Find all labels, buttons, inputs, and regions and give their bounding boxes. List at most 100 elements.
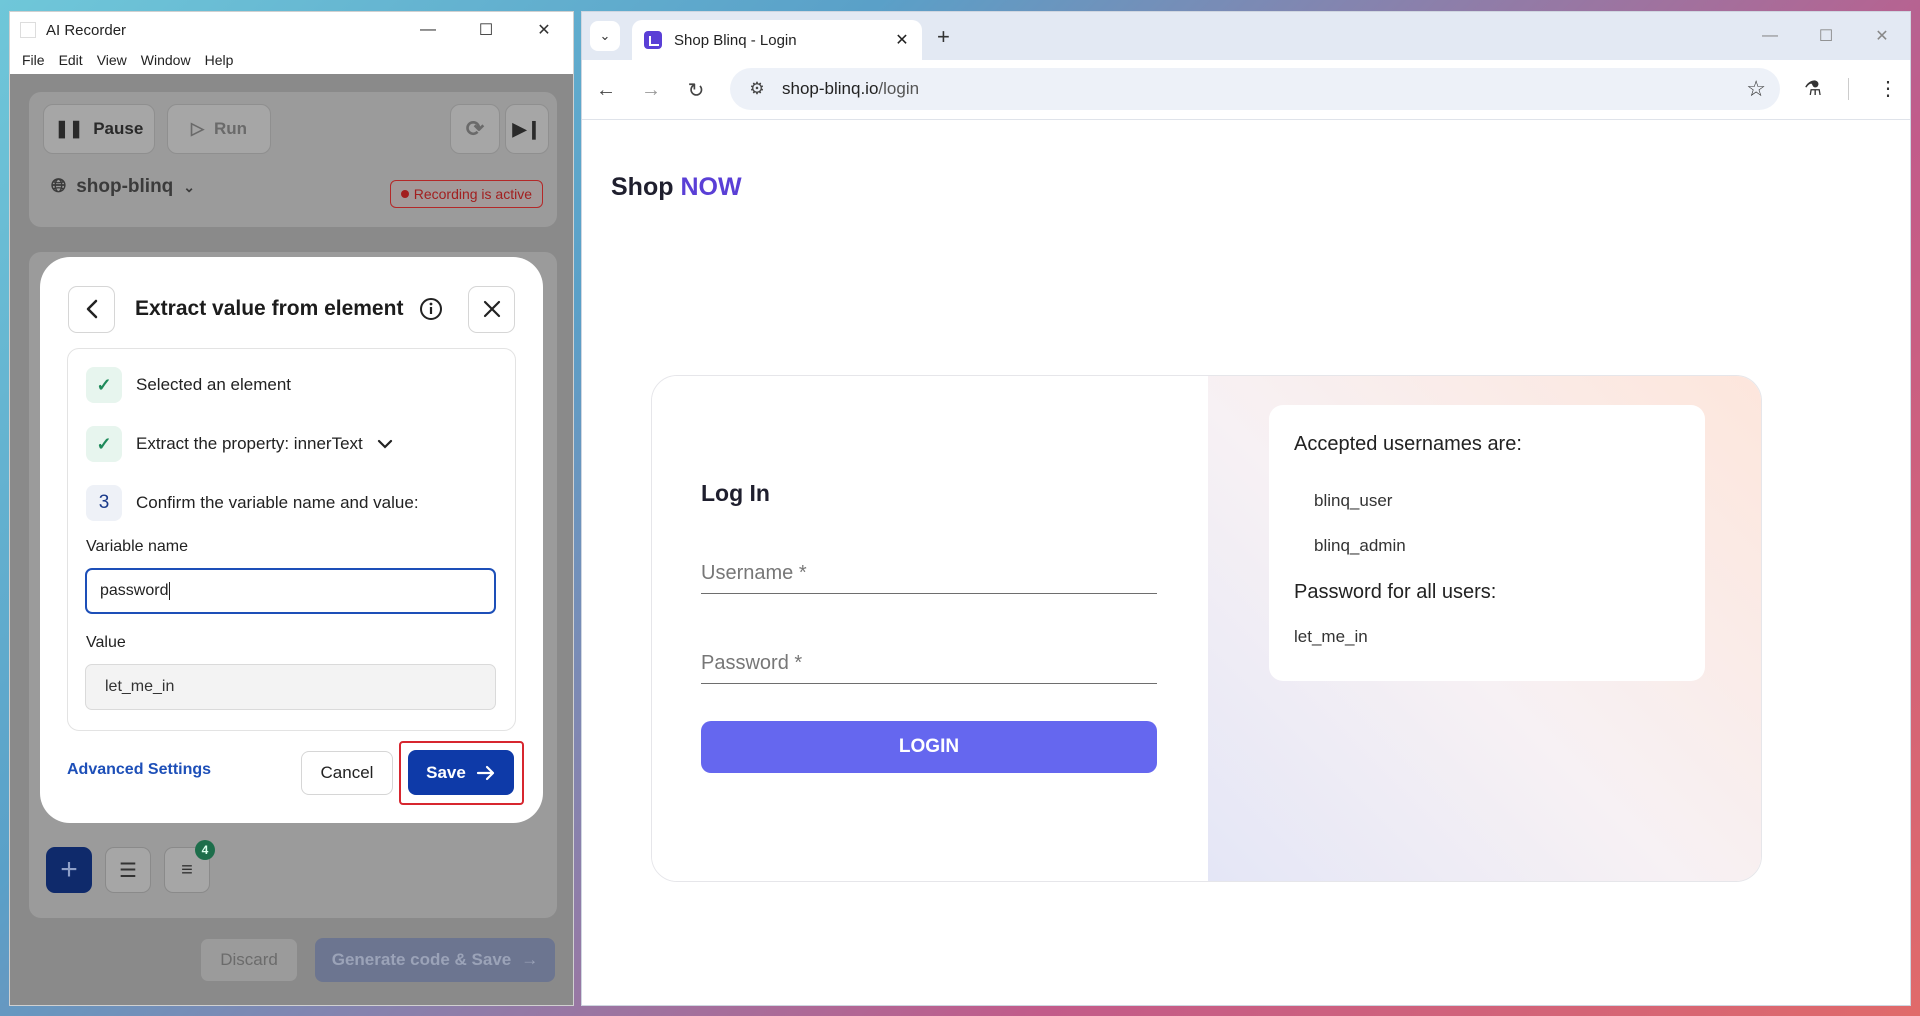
maximize-button[interactable]: ☐ xyxy=(1798,12,1854,60)
step-extract-property[interactable]: ✓ Extract the property: innerText xyxy=(86,426,393,462)
bottom-toolbar: + ☰ ≡ 4 xyxy=(46,840,215,893)
favicon-icon xyxy=(644,31,662,49)
menu-window[interactable]: Window xyxy=(141,52,191,68)
forward-arrow-icon[interactable]: → xyxy=(637,76,665,104)
close-window-button[interactable]: ✕ xyxy=(1854,12,1910,60)
step-selected-element: ✓ Selected an element xyxy=(86,367,291,403)
login-card: Log In Username * Password * LOGIN Accep… xyxy=(651,375,1762,882)
refresh-button[interactable]: ⟳ xyxy=(450,104,500,154)
check-icon: ✓ xyxy=(86,367,122,403)
app-titlebar: AI Recorder — ☐ ✕ xyxy=(10,12,573,48)
brand-now: NOW xyxy=(680,173,742,201)
arrow-right-icon xyxy=(476,765,494,780)
cancel-button[interactable]: Cancel xyxy=(301,751,393,795)
url-host: shop-blinq.io xyxy=(782,79,879,98)
steps-count-badge: 4 xyxy=(195,840,215,860)
minimize-button[interactable]: — xyxy=(1742,12,1798,60)
close-window-button[interactable]: ✕ xyxy=(515,12,573,48)
more-menu-icon[interactable]: ⋮ xyxy=(1878,76,1898,101)
step-label: Confirm the variable name and value: xyxy=(136,493,419,512)
reload-icon[interactable]: ↻ xyxy=(682,76,710,104)
tab-search-button[interactable]: ⌄ xyxy=(590,21,620,51)
generate-code-save-button[interactable]: Generate code & Save → xyxy=(315,938,555,982)
minimize-button[interactable]: — xyxy=(399,12,457,48)
steps-list-button[interactable]: ≡ 4 xyxy=(164,840,215,893)
tab-close-icon[interactable]: ✕ xyxy=(890,30,914,50)
run-label: Run xyxy=(214,119,248,138)
step-label: Extract the property: innerText xyxy=(136,434,363,453)
credentials-info-card: Accepted usernames are: blinq_user blinq… xyxy=(1269,405,1705,681)
back-arrow-icon[interactable]: ← xyxy=(592,76,620,104)
login-button[interactable]: LOGIN xyxy=(701,721,1157,773)
project-name: shop-blinq xyxy=(76,176,174,197)
info-icon[interactable] xyxy=(419,297,443,321)
list-tree-icon: ≡ xyxy=(181,858,193,881)
brand-logo[interactable]: Shop NOW xyxy=(611,173,742,202)
save-button[interactable]: Save xyxy=(408,750,514,795)
pause-icon: ❚❚ xyxy=(54,119,84,138)
globe-icon: 🌐︎ xyxy=(51,176,67,197)
menu-file[interactable]: File xyxy=(22,52,45,68)
menu-help[interactable]: Help xyxy=(205,52,234,68)
bookmark-star-icon[interactable]: ☆ xyxy=(1746,76,1766,102)
discard-button[interactable]: Discard xyxy=(200,938,298,982)
chevron-left-icon xyxy=(86,299,97,319)
site-settings-icon[interactable]: ⚙ xyxy=(742,74,772,104)
chevron-down-icon[interactable] xyxy=(377,439,393,449)
close-icon xyxy=(483,300,500,318)
menu-edit[interactable]: Edit xyxy=(59,52,83,68)
close-dialog-button[interactable] xyxy=(468,285,515,333)
project-selector[interactable]: 🌐︎ shop-blinq ⌄ xyxy=(51,176,195,198)
chevron-down-icon: ⌄ xyxy=(183,178,196,195)
run-button[interactable]: ▷ Run xyxy=(167,104,271,154)
password-value: let_me_in xyxy=(1294,627,1368,646)
tab-shop-blinq-login[interactable]: Shop Blinq - Login ✕ xyxy=(632,20,922,60)
value-label: Value xyxy=(86,634,126,651)
app-logo-icon xyxy=(20,22,36,38)
password-input[interactable]: Password * xyxy=(701,644,1157,684)
checklist-button[interactable]: ☰ xyxy=(105,847,151,893)
recorder-controls-panel: ❚❚ Pause ▷ Run ⟳ ▶❙ 🌐︎ shop-blinq ⌄ Reco… xyxy=(29,92,557,227)
dialog-title: Extract value from element xyxy=(135,297,404,320)
username-item: blinq_admin xyxy=(1314,536,1406,555)
advanced-settings-link[interactable]: Advanced Settings xyxy=(67,761,211,779)
dialog-header: Extract value from element xyxy=(68,285,515,333)
step-number: 3 xyxy=(86,485,122,521)
dialog-steps-card: ✓ Selected an element ✓ Extract the prop… xyxy=(67,348,516,731)
new-tab-button[interactable]: + xyxy=(937,24,950,50)
variable-name-label: Variable name xyxy=(86,538,188,555)
accepted-usernames-heading: Accepted usernames are: xyxy=(1294,433,1522,455)
tab-title: Shop Blinq - Login xyxy=(674,31,797,49)
login-form: Log In Username * Password * LOGIN xyxy=(652,376,1208,881)
username-input[interactable]: Username * xyxy=(701,554,1157,594)
check-icon: ✓ xyxy=(86,426,122,462)
step-confirm-variable: 3 Confirm the variable name and value: xyxy=(86,485,419,521)
labs-flask-icon[interactable]: ⚗ xyxy=(1804,76,1822,101)
brand-shop: Shop xyxy=(611,173,674,201)
variable-name-input[interactable]: password xyxy=(85,568,496,614)
menu-view[interactable]: View xyxy=(97,52,127,68)
credentials-panel: Accepted usernames are: blinq_user blinq… xyxy=(1208,376,1761,881)
login-heading: Log In xyxy=(701,480,770,506)
checklist-icon: ☰ xyxy=(119,859,137,882)
back-button[interactable] xyxy=(68,285,115,333)
maximize-button[interactable]: ☐ xyxy=(457,12,515,48)
username-item: blinq_user xyxy=(1314,491,1393,510)
password-heading: Password for all users: xyxy=(1294,581,1497,603)
skip-to-end-button[interactable]: ▶❙ xyxy=(505,104,549,154)
add-step-button[interactable]: + xyxy=(46,847,92,893)
address-bar[interactable]: ⚙ shop-blinq.io/login ☆ xyxy=(730,68,1780,110)
chevron-down-icon: ⌄ xyxy=(599,28,611,43)
extract-value-dialog: Extract value from element ✓ Selected an… xyxy=(40,257,543,823)
recording-status-text: Recording is active xyxy=(413,186,532,202)
refresh-icon: ⟳ xyxy=(465,116,485,141)
skip-end-icon: ▶❙ xyxy=(512,118,542,139)
text-caret xyxy=(169,582,171,600)
pause-label: Pause xyxy=(93,119,144,138)
url-path: /login xyxy=(878,79,920,98)
recording-status-badge: Recording is active xyxy=(389,180,543,208)
pause-button[interactable]: ❚❚ Pause xyxy=(43,104,155,154)
save-label: Save xyxy=(426,762,466,782)
arrow-right-icon: → xyxy=(521,950,539,969)
variable-name-value: password xyxy=(100,582,169,599)
